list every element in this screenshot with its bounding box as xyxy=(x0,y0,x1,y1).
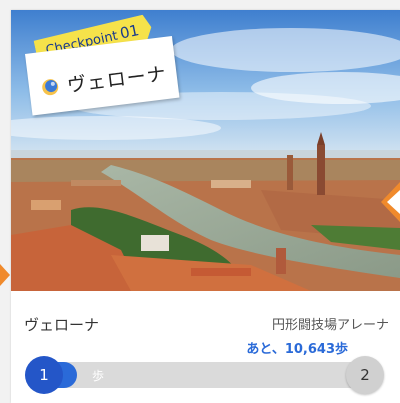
checkpoint-end-marker[interactable]: 2 xyxy=(346,356,384,394)
prev-arrow-icon[interactable] xyxy=(0,264,10,286)
checkpoint-start-marker[interactable]: 1 xyxy=(25,356,63,394)
globe-icon xyxy=(42,79,59,96)
route-info: ヴェローナ 円形闘技場アレーナ あと、10,643歩 歩 1 2 xyxy=(11,291,400,403)
start-location: ヴェローナ xyxy=(24,316,100,334)
remaining-steps: あと、10,643歩 xyxy=(246,342,348,357)
destination-location: 円形闘技場アレーナ xyxy=(271,318,389,333)
next-arrow-icon[interactable] xyxy=(381,182,400,222)
progress-unit-label: 歩 xyxy=(92,369,105,383)
checkpoint-card[interactable]: Checkpoint01 ヴェローナ ヴェローナ 円形闘技場アレーナ あと、10… xyxy=(11,10,400,403)
city-name: ヴェローナ xyxy=(65,62,168,98)
progress-track: 歩 xyxy=(44,362,374,388)
